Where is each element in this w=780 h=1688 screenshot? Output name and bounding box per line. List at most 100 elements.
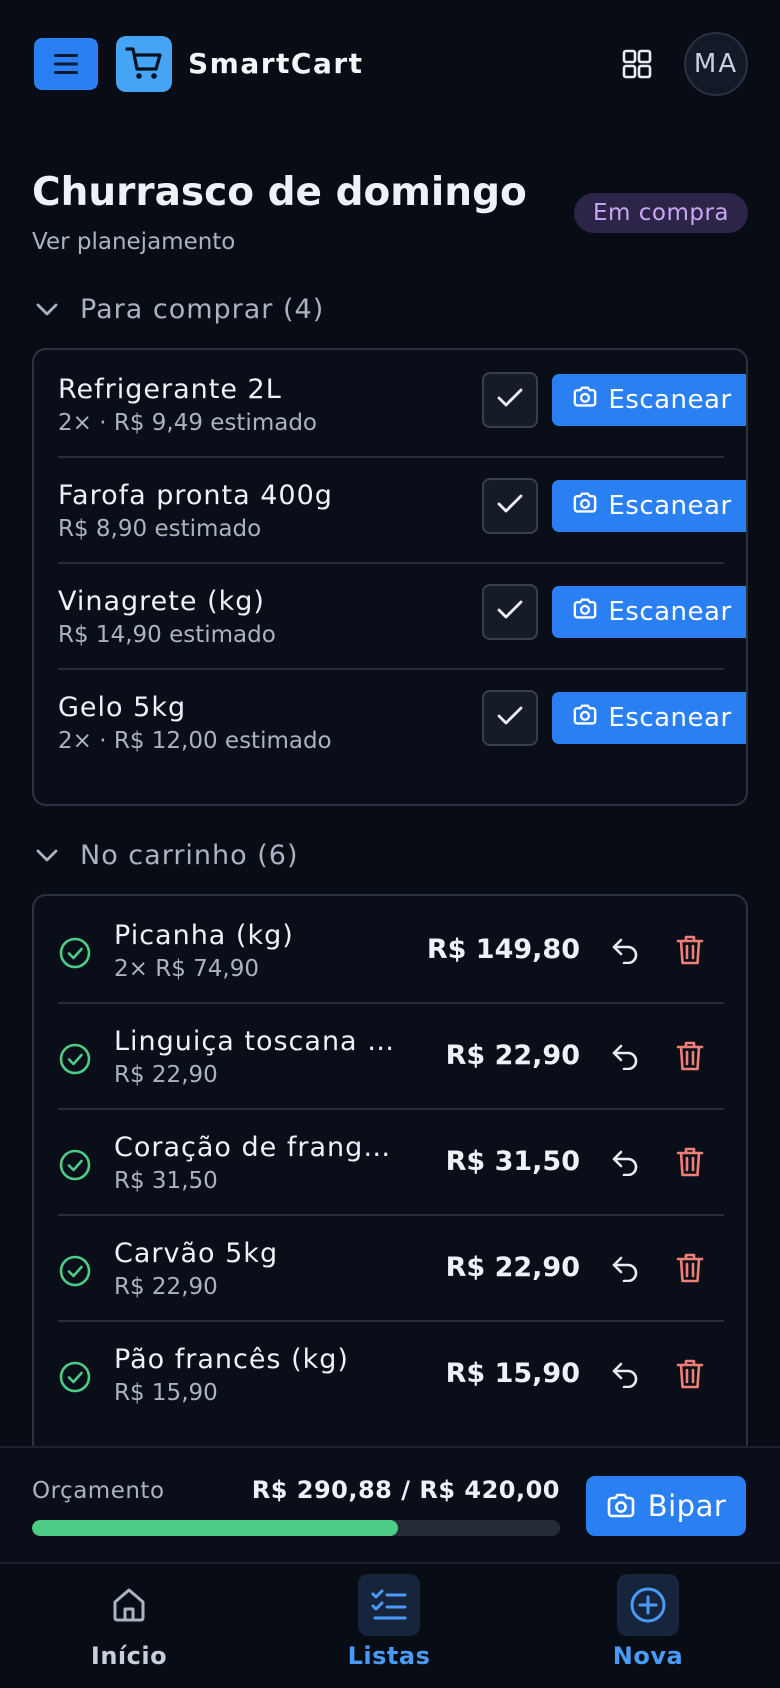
mark-bought-button[interactable] [482, 478, 538, 534]
camera-icon [607, 1493, 635, 1518]
item-unit-price: R$ 15,90 [114, 1380, 218, 1406]
item-name: Picanha (kg) [114, 920, 294, 951]
check-icon [497, 600, 523, 624]
cart-item: Carvão 5kg R$ 22,90 R$ 22,90 [34, 1214, 746, 1328]
camera-icon [572, 703, 598, 733]
check-circle-icon [58, 1360, 92, 1394]
camera-icon [572, 385, 598, 415]
item-name: Vinagrete (kg) [58, 586, 265, 617]
app-name: SmartCart [188, 47, 364, 80]
list-title: Churrasco de domingo [32, 170, 527, 215]
undo-button[interactable] [608, 1146, 644, 1182]
scan-label: Escanear [608, 385, 732, 415]
cart-item: Coração de frang… R$ 31,50 R$ 31,50 [34, 1108, 746, 1222]
item-unit-price: 2× R$ 74,90 [114, 956, 259, 982]
user-avatar[interactable]: MA [684, 32, 748, 96]
check-circle-icon [58, 936, 92, 970]
home-icon [98, 1574, 160, 1636]
nav-item-inicio[interactable]: Início [49, 1574, 209, 1684]
undo-button[interactable] [608, 1040, 644, 1076]
to-buy-item: Farofa pronta 400g R$ 8,90 estimado Escane… [58, 456, 746, 570]
check-circle-icon [58, 1148, 92, 1182]
delete-button[interactable] [672, 934, 708, 970]
budget-value: R$ 290,88 / R$ 420,00 [251, 1476, 560, 1504]
plus-circle-icon [617, 1574, 679, 1636]
nav-label: Listas [347, 1642, 431, 1670]
delete-button[interactable] [672, 1252, 708, 1288]
delete-button[interactable] [672, 1040, 708, 1076]
undo-button[interactable] [608, 934, 644, 970]
item-estimate: R$ 14,90 estimado [58, 622, 276, 648]
item-estimate: 2× · R$ 12,00 estimado [58, 728, 332, 754]
check-circle-icon [58, 1254, 92, 1288]
scan-button[interactable]: Escanear [552, 480, 746, 532]
status-badge: Em compra [574, 193, 748, 233]
chevron-down-icon [32, 841, 62, 871]
in-cart-section-toggle[interactable]: No carrinho (6) [32, 840, 299, 871]
in-cart-heading: No carrinho (6) [80, 840, 299, 871]
undo-button[interactable] [608, 1358, 644, 1394]
scan-button[interactable]: Escanear [552, 692, 746, 744]
nav-item-nova[interactable]: Nova [568, 1574, 728, 1684]
undo-button[interactable] [608, 1252, 644, 1288]
chevron-down-icon [32, 295, 62, 325]
to-buy-section-toggle[interactable]: Para comprar (4) [32, 294, 324, 325]
camera-icon [572, 491, 598, 521]
check-icon [497, 388, 523, 412]
to-buy-item: Gelo 5kg 2× · R$ 12,00 estimado Escanear [58, 668, 746, 782]
item-total: R$ 22,90 [445, 1040, 580, 1071]
bipar-label: Bipar [647, 1489, 727, 1523]
undo-icon [611, 1360, 641, 1392]
nav-label: Nova [612, 1642, 684, 1670]
nav-label: Início [90, 1642, 168, 1670]
grid-icon [622, 49, 652, 79]
item-name: Refrigerante 2L [58, 374, 282, 405]
menu-button[interactable] [34, 38, 98, 90]
budget-bar: Orçamento R$ 290,88 / R$ 420,00 Bipar [0, 1446, 780, 1562]
nav-item-listas[interactable]: Listas [309, 1574, 469, 1684]
trash-icon [676, 1358, 704, 1394]
delete-button[interactable] [672, 1358, 708, 1394]
to-buy-heading: Para comprar (4) [80, 294, 325, 325]
budget-label: Orçamento [32, 1478, 165, 1504]
bottom-nav: Início Listas Nova [0, 1562, 780, 1688]
camera-icon [572, 597, 598, 627]
scan-label: Escanear [608, 597, 732, 627]
mark-bought-button[interactable] [482, 584, 538, 640]
budget-progress [32, 1520, 560, 1536]
scan-label: Escanear [608, 703, 732, 733]
item-name: Carvão 5kg [114, 1238, 279, 1269]
scan-button[interactable]: Escanear [552, 374, 746, 426]
check-icon [497, 706, 523, 730]
scan-button[interactable]: Escanear [552, 586, 746, 638]
cart-item: Picanha (kg) 2× R$ 74,90 R$ 149,80 [34, 896, 746, 1010]
check-icon [497, 494, 523, 518]
delete-button[interactable] [672, 1146, 708, 1182]
mark-bought-button[interactable] [482, 690, 538, 746]
item-unit-price: R$ 22,90 [114, 1274, 218, 1300]
apps-grid-button[interactable] [617, 44, 657, 84]
app-header: SmartCart MA [0, 0, 780, 130]
item-total: R$ 149,80 [426, 934, 580, 965]
cart-item: Pão francês (kg) R$ 15,90 R$ 15,90 [34, 1320, 746, 1434]
mark-bought-button[interactable] [482, 372, 538, 428]
item-name: Farofa pronta 400g [58, 480, 333, 511]
undo-icon [611, 1042, 641, 1074]
in-cart-card: Picanha (kg) 2× R$ 74,90 R$ 149,80 Linguiça… [32, 894, 748, 1494]
item-estimate: 2× · R$ 9,49 estimado [58, 410, 317, 436]
item-name: Linguiça toscana … [114, 1026, 396, 1057]
item-estimate: R$ 8,90 estimado [58, 516, 262, 542]
item-total: R$ 15,90 [445, 1358, 580, 1389]
undo-icon [611, 1254, 641, 1286]
cart-icon [125, 47, 162, 79]
app-logo [116, 36, 172, 92]
check-circle-icon [58, 1042, 92, 1076]
to-buy-item: Vinagrete (kg) R$ 14,90 estimado Escanear [58, 562, 746, 676]
view-plan-link[interactable]: Ver planejamento [32, 229, 235, 255]
list-check-icon [358, 1574, 420, 1636]
hamburger-icon [54, 54, 78, 74]
item-name: Pão francês (kg) [114, 1344, 349, 1375]
undo-icon [611, 1148, 641, 1180]
bipar-button[interactable]: Bipar [586, 1476, 746, 1536]
trash-icon [676, 1252, 704, 1288]
